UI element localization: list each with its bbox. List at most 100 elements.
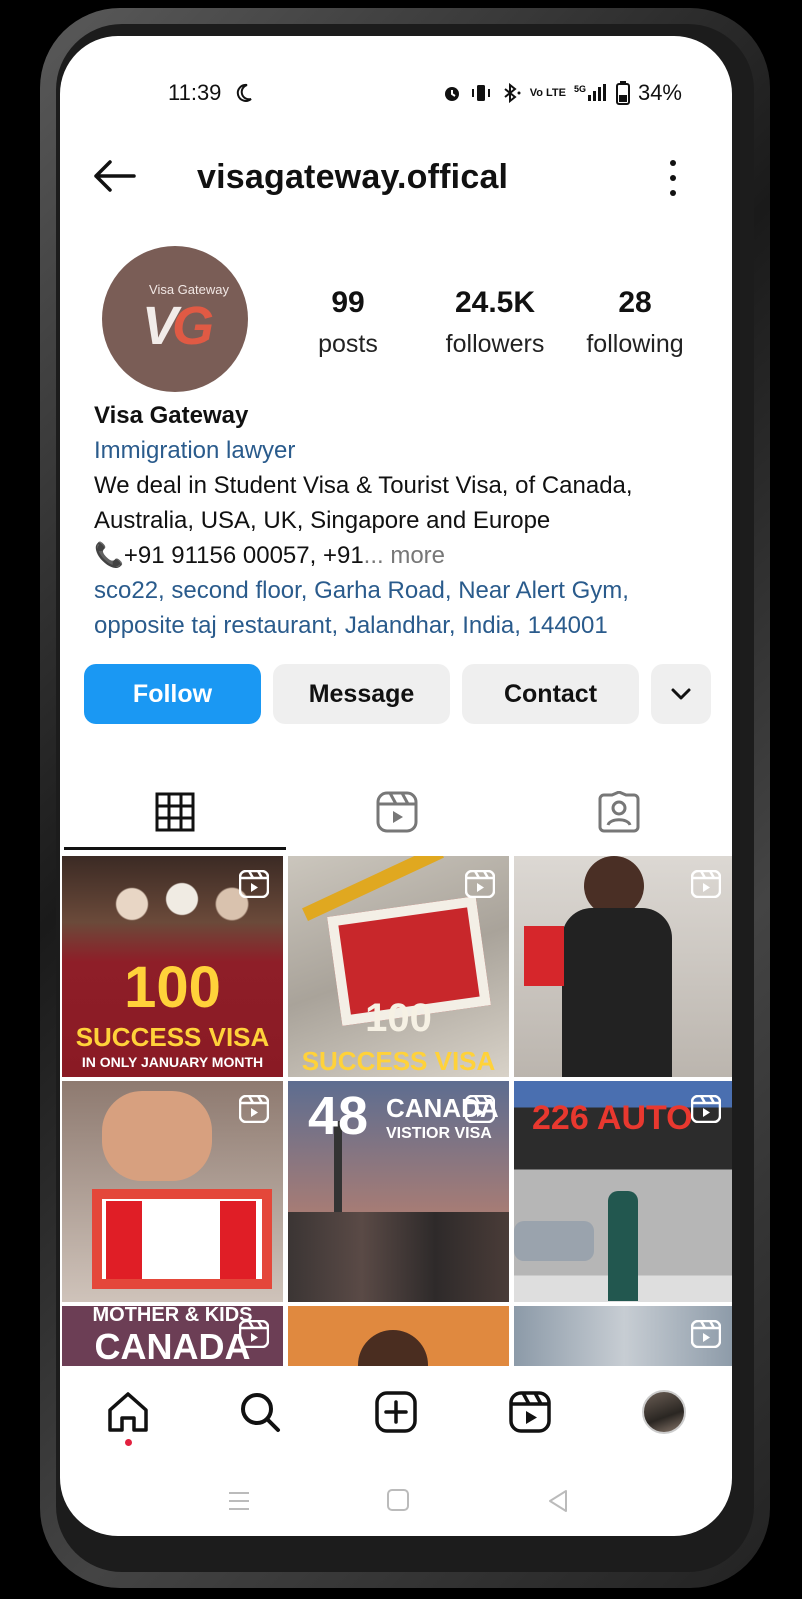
reel-badge-icon [465,1095,495,1123]
nav-create[interactable] [368,1384,424,1440]
nav-home[interactable] [100,1384,156,1446]
nav-reels[interactable] [502,1384,558,1440]
notification-dot [125,1439,132,1446]
post-2-title: 100 [365,996,432,1040]
screen: 11:39 Vo LTE 5G 34% visagateway.offical … [60,36,732,1536]
battery-percent: 34% [637,80,682,105]
profile-avatar-thumbnail [642,1390,686,1434]
grid-post-4[interactable] [62,1081,283,1302]
profile-bio: Visa Gateway Immigration lawyer We deal … [94,398,714,643]
address-line-2[interactable]: opposite taj restaurant, Jalandhar, Indi… [94,608,714,643]
grid-post-1[interactable]: 100 SUCCESS VISA IN ONLY JANUARY MONTH [62,856,283,1077]
back-button[interactable] [90,156,140,196]
reels-icon [376,791,418,833]
post-4-hand [102,1091,212,1181]
moon-icon [237,83,253,102]
tagged-user-icon [598,791,640,833]
posts-stat[interactable]: 99 posts [298,286,398,359]
profile-username: visagateway.offical [197,158,509,196]
profile-actions: Follow Message Contact [84,664,714,724]
active-tab-indicator [64,847,286,850]
svg-text:5G: 5G [574,84,586,94]
avatar-logo-g: G [172,295,214,356]
back-triangle-icon[interactable] [546,1488,570,1514]
home-square-icon[interactable] [386,1488,410,1512]
bio-more-link[interactable]: ... more [364,542,445,569]
nav-profile[interactable] [636,1384,692,1440]
follow-button[interactable]: Follow [84,664,261,724]
grid-post-8[interactable] [288,1306,509,1366]
system-navigation [60,1466,732,1536]
followers-stat[interactable]: 24.5K followers [430,286,560,359]
bio-phone-line: 📞+91 91156 00057, +91... more [94,538,714,573]
nav-search[interactable] [232,1384,288,1440]
signal-icon: 5G [574,84,606,101]
posts-count: 99 [331,286,365,319]
kebab-dot-icon [670,175,676,181]
reel-badge-icon [465,870,495,898]
reel-badge-icon [691,870,721,898]
post-1-caption: IN ONLY JANUARY MONTH [81,1054,264,1070]
post-3-person-head [584,856,644,916]
grid-post-9[interactable] [514,1306,732,1366]
reel-badge-icon [239,1320,269,1348]
bottom-navigation [60,1366,732,1466]
following-label: following [586,330,684,358]
reel-badge-icon [691,1320,721,1348]
chevron-down-icon [671,688,691,700]
post-5-subtitle: VISTIOR VISA [386,1125,492,1142]
tab-reels[interactable] [286,774,508,850]
bio-line-1: We deal in Student Visa & Tourist Visa, … [94,472,633,499]
post-5-skyline [288,1212,509,1302]
posts-grid: 100 SUCCESS VISA IN ONLY JANUARY MONTH 1… [62,854,732,1366]
posts-label: posts [318,330,378,358]
add-post-icon [375,1391,417,1433]
post-8-shape [358,1330,428,1366]
avatar-logo: VG [141,295,214,357]
profile-category[interactable]: Immigration lawyer [94,433,714,468]
message-button[interactable]: Message [273,664,450,724]
search-icon [241,1393,280,1432]
reel-badge-icon [691,1095,721,1123]
recent-apps-icon[interactable] [226,1488,252,1514]
following-count: 28 [618,286,652,319]
followers-count: 24.5K [454,286,536,319]
suggested-dropdown-button[interactable] [651,664,711,724]
tab-tagged[interactable] [508,774,730,850]
post-6-car [514,1221,594,1261]
post-1-title: 100 [124,955,221,1020]
arrow-left-icon [94,160,136,192]
post-3-person-body [562,908,672,1077]
grid-post-5[interactable]: 48 CANADA VISTIOR VISA [288,1081,509,1302]
post-2-subtitle: SUCCESS VISA [301,1046,496,1076]
post-4-flag-right [220,1201,256,1279]
status-time: 11:39 [168,80,222,105]
post-6-person [608,1191,638,1301]
kebab-dot-icon [670,160,676,166]
grid-post-2[interactable]: 100 SUCCESS VISA [288,856,509,1077]
bio-line-2: Australia, USA, UK, Singapore and Europe [94,507,551,534]
grid-post-6[interactable]: 226 AUTO [514,1081,732,1302]
status-time-group: 11:39 [168,80,253,106]
contact-button[interactable]: Contact [462,664,639,724]
bio-phone: 📞+91 91156 00057, +91 [94,542,364,569]
battery-icon [615,81,630,105]
tab-posts-grid[interactable] [64,774,286,850]
reels-icon [509,1391,551,1433]
kebab-dot-icon [670,190,676,196]
profile-header: visagateway.offical [60,146,732,216]
alarm-icon [444,87,459,101]
status-bar: 11:39 Vo LTE 5G 34% [60,78,732,118]
profile-avatar[interactable]: Visa Gateway VG [102,246,248,392]
reel-badge-icon [239,870,269,898]
following-stat[interactable]: 28 following [575,286,695,359]
post-3-flag [524,926,564,986]
avatar-logo-v: V [141,295,178,356]
grid-post-7[interactable]: MOTHER & KIDS CANADA [62,1306,283,1366]
grid-post-3[interactable] [514,856,732,1077]
post-4-flag-left [106,1201,142,1279]
followers-label: followers [445,330,545,358]
more-options-button[interactable] [666,160,680,196]
volte-label: Vo LTE [529,87,566,99]
address-line-1[interactable]: sco22, second floor, Garha Road, Near Al… [94,573,714,608]
